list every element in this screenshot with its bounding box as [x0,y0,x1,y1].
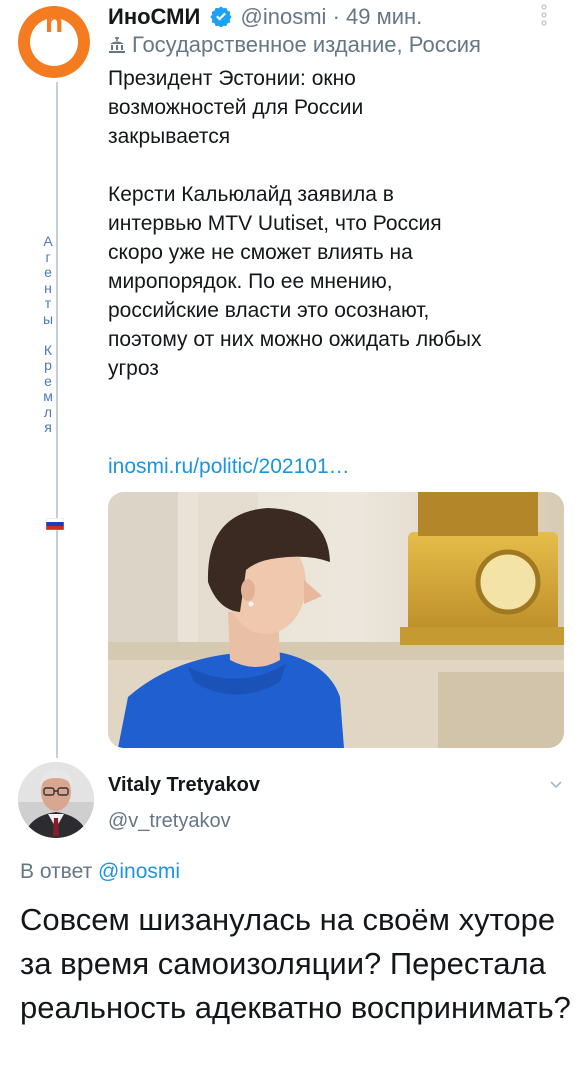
title-line: возможностей для России [108,96,364,119]
side-letter: е [44,372,52,389]
inosmi-avatar[interactable]: h [18,6,90,78]
reply-author-handle[interactable]: @v_tretyakov [108,808,231,834]
author-name[interactable]: ИноСМИ [108,4,200,29]
affiliation-text: Государственное издание, Россия [132,32,481,57]
side-letter: е [44,264,52,280]
side-letter: т [44,295,52,311]
vitaly-tretyakov-avatar[interactable] [18,762,94,838]
body-line: Керсти Кальюлайд заявила в [108,183,394,206]
portrait-photo [108,492,564,748]
title-line: Президент Эстонии: окно [108,67,356,90]
reply-mention-link[interactable]: @inosmi [98,860,180,883]
side-letter: м [43,388,53,404]
body-line: российские власти это осознают, [108,299,430,322]
title-line: закрывается [108,125,231,148]
avatar-logo-letter: h [44,6,64,39]
side-spacer [40,327,56,343]
side-letter: г [45,248,51,265]
author-handle[interactable]: @inosmi [241,4,327,29]
side-letter: я [44,419,52,435]
side-letter: р [44,357,52,373]
body-line: миропорядок. По ее мнению, [108,270,393,293]
tweet-text: Президент Эстонии: окно возможностей для… [108,64,568,383]
side-letter: л [43,403,53,420]
body-line: интервью MTV Uutiset, что Россия [108,212,442,235]
body-line: скоро уже не сможет влиять на [108,241,413,264]
tweet-media-photo[interactable] [108,492,564,748]
side-vertical-label: А г е н т ы К р е м л я [40,233,56,436]
thread-connector-line [56,82,58,758]
russian-flag-icon [45,517,65,531]
reply-prefix: В ответ [20,860,93,883]
body-line: поэтому от них можно ожидать любых [108,328,482,351]
reply-text: Совсем шизанулась на своём хуторе за вре… [20,902,571,1025]
header-separator: · [332,4,340,29]
side-letter: ы [42,310,54,327]
side-letter: А [43,233,53,249]
body-line: угроз [108,357,159,380]
more-options-icon[interactable] [540,4,548,27]
state-affiliation-label[interactable]: Государственное издание, Россия [108,30,481,62]
chevron-down-icon[interactable] [548,776,564,792]
article-link[interactable]: inosmi.ru/politic/202101… [108,452,350,481]
reply-author-name[interactable]: Vitaly Tretyakov [108,772,260,798]
tweet-timestamp[interactable]: 49 мин. [346,4,422,29]
side-letter: К [43,341,53,358]
reply-context: В ответ @inosmi [20,858,180,886]
side-letter: н [44,279,52,296]
government-building-icon [108,32,126,62]
